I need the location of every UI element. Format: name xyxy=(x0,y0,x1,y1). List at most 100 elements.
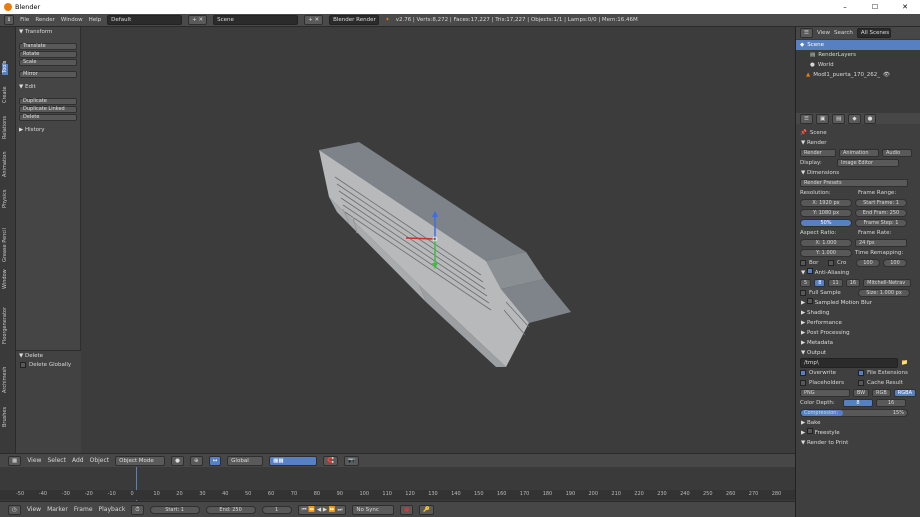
snap-icon[interactable]: 🧲 xyxy=(323,455,339,466)
freestyle-panel-header[interactable]: ▶ Freestyle xyxy=(796,428,920,438)
building-model[interactable] xyxy=(319,142,571,367)
vp-menu-add[interactable]: Add xyxy=(72,457,84,464)
display-selector[interactable]: Image Editor xyxy=(837,159,899,167)
tab-window[interactable]: Window xyxy=(2,269,8,289)
rotate-button[interactable]: Rotate xyxy=(19,51,77,58)
world-tab-icon[interactable]: ● xyxy=(863,113,877,124)
render-preview-icon[interactable]: 📷 xyxy=(344,455,359,466)
tl-menu-marker[interactable]: Marker xyxy=(47,506,68,513)
post-processing-panel-header[interactable]: ▶ Post Processing xyxy=(796,328,920,338)
aspect-x-field[interactable]: X: 1.000 xyxy=(800,239,852,247)
resolution-x-field[interactable]: X: 1920 px xyxy=(800,199,852,207)
render-panel-header[interactable]: ▼ Render xyxy=(796,138,920,148)
preview-range-icon[interactable]: ⏱ xyxy=(131,504,144,515)
vp-menu-view[interactable]: View xyxy=(27,457,41,464)
layout-selector[interactable]: Default xyxy=(107,15,183,25)
minimize-button[interactable]: – xyxy=(830,0,860,14)
tl-menu-frame[interactable]: Frame xyxy=(74,506,93,513)
outliner-item-scene[interactable]: ◆ Scene xyxy=(796,40,920,50)
tab-brushes[interactable]: Brushes xyxy=(2,407,8,427)
antialiasing-checkbox[interactable] xyxy=(806,268,813,274)
aa-samples-5[interactable]: 5 xyxy=(800,279,812,287)
scene-tab-icon[interactable]: ◆ xyxy=(848,113,861,124)
scene-add-button[interactable]: + ✕ xyxy=(304,15,324,25)
outliner-item-renderlayers[interactable]: ▤ RenderLayers xyxy=(796,50,920,60)
delete-button[interactable]: Delete xyxy=(19,114,77,121)
tab-grease-pencil[interactable]: Grease Pencil xyxy=(2,228,8,262)
motion-blur-panel-header[interactable]: ▶ Sampled Motion Blur xyxy=(796,298,920,308)
tab-tools[interactable]: Tools xyxy=(2,61,8,75)
3d-viewport[interactable] xyxy=(81,27,795,453)
scene-selector[interactable]: Scene xyxy=(213,15,299,25)
overwrite-checkbox[interactable] xyxy=(800,370,806,376)
menu-help[interactable]: Help xyxy=(89,17,102,23)
tab-physics[interactable]: Physics xyxy=(2,190,8,209)
gizmo-x-axis[interactable] xyxy=(405,237,436,240)
aa-size-field[interactable]: Size: 1.000 px xyxy=(858,289,910,297)
mirror-button[interactable]: Mirror xyxy=(19,71,77,78)
freestyle-checkbox[interactable] xyxy=(806,428,813,434)
cache-result-checkbox[interactable] xyxy=(858,380,864,386)
tab-floorgenerator[interactable]: Floorgenerator xyxy=(2,307,8,344)
tl-menu-playback[interactable]: Playback xyxy=(99,506,126,513)
antialiasing-panel-header[interactable]: ▼ Anti-Aliasing xyxy=(796,268,920,278)
resolution-y-field[interactable]: Y: 1080 px xyxy=(800,209,852,217)
transform-panel-header[interactable]: ▼ Transform xyxy=(16,27,80,36)
motion-blur-checkbox[interactable] xyxy=(806,298,813,304)
dimensions-panel-header[interactable]: ▼ Dimensions xyxy=(796,168,920,178)
aspect-y-field[interactable]: Y: 1.000 xyxy=(800,249,852,257)
end-frame-field[interactable]: End Fram: 250 xyxy=(855,209,907,217)
layout-add-button[interactable]: + ✕ xyxy=(188,15,208,25)
output-panel-header[interactable]: ▼ Output xyxy=(796,348,920,358)
audio-button[interactable]: Audio xyxy=(882,149,912,157)
render-tab-icon[interactable]: ▣ xyxy=(815,113,830,124)
file-extensions-checkbox[interactable] xyxy=(858,370,864,376)
keying-set-icon[interactable]: 🔑 xyxy=(419,504,435,515)
full-sample-checkbox[interactable] xyxy=(800,290,806,296)
menu-render[interactable]: Render xyxy=(35,17,55,23)
remap-new-field[interactable]: 100 xyxy=(883,259,907,267)
menu-file[interactable]: File xyxy=(20,17,29,23)
tab-archimesh[interactable]: Archimesh xyxy=(2,367,8,393)
record-icon[interactable]: ● xyxy=(400,504,414,515)
manipulator-icon[interactable]: ↔ xyxy=(208,455,222,466)
delete-panel-header[interactable]: ▼ Delete xyxy=(16,351,81,360)
translate-button[interactable]: Translate xyxy=(19,43,77,50)
end-frame-timeline-field[interactable]: End: 250 xyxy=(205,505,256,514)
outliner-item-world[interactable]: ● World xyxy=(796,60,920,70)
tl-menu-view[interactable]: View xyxy=(27,506,41,513)
menu-window[interactable]: Window xyxy=(61,17,83,23)
animation-button[interactable]: Animation xyxy=(839,149,879,157)
duplicate-button[interactable]: Duplicate xyxy=(19,98,77,105)
start-frame-timeline-field[interactable]: Start: 1 xyxy=(149,505,200,514)
delete-globally-checkbox[interactable] xyxy=(20,362,26,368)
frame-step-field[interactable]: Frame Step: 1 xyxy=(855,219,907,227)
properties-editor-icon[interactable]: ☰ xyxy=(800,113,813,124)
viewport-shading-icon[interactable]: ● xyxy=(171,455,184,466)
aa-samples-11[interactable]: 11 xyxy=(828,279,843,287)
render-engine-selector[interactable]: Blender Render xyxy=(329,15,380,25)
output-path-field[interactable]: /tmp\ xyxy=(800,358,898,368)
aa-filter-selector[interactable]: Mitchell-Netrav xyxy=(863,279,912,287)
color-rgb-button[interactable]: RGB xyxy=(872,389,891,397)
start-frame-field[interactable]: Start Frame: 1 xyxy=(855,199,907,207)
folder-icon[interactable]: 📁 xyxy=(901,360,908,366)
close-button[interactable]: ✕ xyxy=(890,0,920,14)
outliner-item-object[interactable]: ▲ Modl1_puerta_170_262_ 👁 xyxy=(796,70,920,80)
depth-8-button[interactable]: 8 xyxy=(843,399,873,407)
render-to-print-panel-header[interactable]: ▼ Render to Print xyxy=(796,438,920,448)
color-rgba-button[interactable]: RGBA xyxy=(893,389,916,397)
resolution-percentage-field[interactable]: 50% xyxy=(800,219,852,227)
layers-tab-icon[interactable]: ▤ xyxy=(832,113,846,124)
transform-orientation-selector[interactable]: Global xyxy=(227,455,264,466)
bake-panel-header[interactable]: ▶ Bake xyxy=(796,418,920,428)
crop-checkbox[interactable] xyxy=(828,260,834,266)
layer-buttons[interactable]: ▦▦ xyxy=(269,455,318,466)
history-panel-header[interactable]: ▶ History xyxy=(16,125,80,134)
editor-type-icon[interactable]: ℹ xyxy=(4,15,15,25)
outliner-search-menu[interactable]: Search xyxy=(834,30,853,36)
remap-old-field[interactable]: 100 xyxy=(856,259,880,267)
scale-button[interactable]: Scale xyxy=(19,59,77,66)
delete-globally-option[interactable]: Delete Globally xyxy=(16,360,81,370)
fps-selector[interactable]: 24 fps xyxy=(855,239,907,247)
